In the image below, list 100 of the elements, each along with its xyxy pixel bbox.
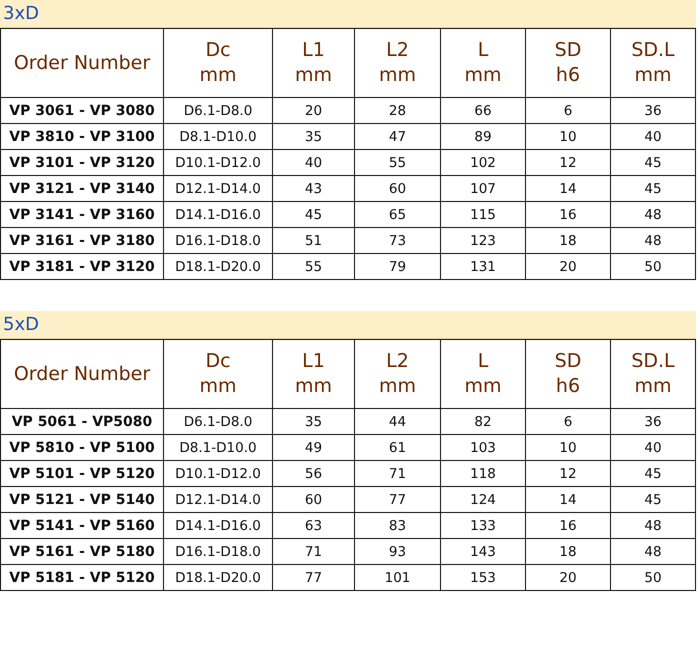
table-cell: 77 bbox=[354, 486, 440, 512]
table-cell: 71 bbox=[272, 538, 354, 564]
table-cell: 49 bbox=[272, 434, 354, 460]
table-cell: 124 bbox=[440, 486, 526, 512]
table-cell: 63 bbox=[272, 512, 354, 538]
table-cell: 35 bbox=[272, 408, 354, 434]
table-cell: D16.1-D18.0 bbox=[164, 228, 272, 254]
table-cell: 48 bbox=[610, 512, 696, 538]
table-cell: 55 bbox=[354, 150, 440, 176]
table-cell: D18.1-D20.0 bbox=[164, 254, 272, 280]
table-cell: 131 bbox=[440, 254, 526, 280]
table-cell: 45 bbox=[610, 460, 696, 486]
table-cell: 10 bbox=[526, 124, 610, 150]
table-cell: 47 bbox=[354, 124, 440, 150]
table-cell: VP 5181 - VP 5120 bbox=[0, 564, 164, 590]
table-cell: 36 bbox=[610, 408, 696, 434]
table-cell: 14 bbox=[526, 486, 610, 512]
table-cell: 55 bbox=[272, 254, 354, 280]
column-header: SD h6 bbox=[526, 28, 610, 98]
table-cell: VP 3121 - VP 3140 bbox=[0, 176, 164, 202]
table-cell: 65 bbox=[354, 202, 440, 228]
table-cell: VP 5061 - VP5080 bbox=[0, 408, 164, 434]
column-header: SD.L mm bbox=[610, 340, 696, 408]
column-header: Order Number bbox=[0, 340, 164, 408]
table-cell: 10 bbox=[526, 434, 610, 460]
table-cell: 107 bbox=[440, 176, 526, 202]
table-cell: 45 bbox=[610, 486, 696, 512]
table-cell: 12 bbox=[526, 460, 610, 486]
table-cell: 6 bbox=[526, 408, 610, 434]
column-header: L2 mm bbox=[354, 28, 440, 98]
table-cell: VP 5810 - VP 5100 bbox=[0, 434, 164, 460]
table-cell: D10.1-D12.0 bbox=[164, 150, 272, 176]
table-cell: VP 3810 - VP 3100 bbox=[0, 124, 164, 150]
table-cell: 118 bbox=[440, 460, 526, 486]
table-cell: D18.1-D20.0 bbox=[164, 564, 272, 590]
table-cell: 60 bbox=[272, 486, 354, 512]
table-cell: 83 bbox=[354, 512, 440, 538]
table-cell: VP 5161 - VP 5180 bbox=[0, 538, 164, 564]
table-cell: 89 bbox=[440, 124, 526, 150]
table-cell: 20 bbox=[526, 564, 610, 590]
table-cell: 43 bbox=[272, 176, 354, 202]
table-cell: 133 bbox=[440, 512, 526, 538]
column-header: Dc mm bbox=[164, 28, 272, 98]
table-cell: D6.1-D8.0 bbox=[164, 98, 272, 124]
table-cell: 50 bbox=[610, 564, 696, 590]
table-cell: 61 bbox=[354, 434, 440, 460]
table-cell: VP 5121 - VP 5140 bbox=[0, 486, 164, 512]
table-cell: 12 bbox=[526, 150, 610, 176]
table-cell: 143 bbox=[440, 538, 526, 564]
table-cell: 56 bbox=[272, 460, 354, 486]
column-header: SD.L mm bbox=[610, 28, 696, 98]
table-cell: 40 bbox=[610, 434, 696, 460]
table-cell: VP 5141 - VP 5160 bbox=[0, 512, 164, 538]
column-header: Order Number bbox=[0, 28, 164, 98]
table-cell: D12.1-D14.0 bbox=[164, 486, 272, 512]
table-cell: 93 bbox=[354, 538, 440, 564]
table-cell: 45 bbox=[610, 176, 696, 202]
table-cell: 115 bbox=[440, 202, 526, 228]
column-header: L2 mm bbox=[354, 340, 440, 408]
table-cell: 36 bbox=[610, 98, 696, 124]
table-cell: 18 bbox=[526, 538, 610, 564]
table-cell: 60 bbox=[354, 176, 440, 202]
column-header: SD h6 bbox=[526, 340, 610, 408]
table-cell: 20 bbox=[272, 98, 354, 124]
table-cell: D16.1-D18.0 bbox=[164, 538, 272, 564]
table-cell: 73 bbox=[354, 228, 440, 254]
table-cell: 101 bbox=[354, 564, 440, 590]
table-cell: 48 bbox=[610, 202, 696, 228]
section-title: 3xD bbox=[0, 0, 696, 28]
table-cell: 16 bbox=[526, 512, 610, 538]
table-cell: 40 bbox=[272, 150, 354, 176]
column-header: L1 mm bbox=[272, 28, 354, 98]
table-cell: 28 bbox=[354, 98, 440, 124]
table-cell: VP 3141 - VP 3160 bbox=[0, 202, 164, 228]
table-cell: 44 bbox=[354, 408, 440, 434]
table-cell: 40 bbox=[610, 124, 696, 150]
table-cell: VP 5101 - VP 5120 bbox=[0, 460, 164, 486]
table-cell: 48 bbox=[610, 538, 696, 564]
table-cell: 45 bbox=[272, 202, 354, 228]
section-title: 5xD bbox=[0, 311, 696, 339]
table-cell: VP 3101 - VP 3120 bbox=[0, 150, 164, 176]
table-cell: 79 bbox=[354, 254, 440, 280]
table-cell: 82 bbox=[440, 408, 526, 434]
table-cell: 102 bbox=[440, 150, 526, 176]
table-cell: D12.1-D14.0 bbox=[164, 176, 272, 202]
column-header: Dc mm bbox=[164, 340, 272, 408]
table-cell: 71 bbox=[354, 460, 440, 486]
table-cell: D14.1-D16.0 bbox=[164, 512, 272, 538]
table-cell: D14.1-D16.0 bbox=[164, 202, 272, 228]
table-cell: D6.1-D8.0 bbox=[164, 408, 272, 434]
table-cell: 153 bbox=[440, 564, 526, 590]
table-cell: 48 bbox=[610, 228, 696, 254]
table-cell: 66 bbox=[440, 98, 526, 124]
table-cell: 77 bbox=[272, 564, 354, 590]
table-cell: 20 bbox=[526, 254, 610, 280]
table-cell: 35 bbox=[272, 124, 354, 150]
table-cell: 103 bbox=[440, 434, 526, 460]
table-cell: 123 bbox=[440, 228, 526, 254]
table-cell: 6 bbox=[526, 98, 610, 124]
table-cell: VP 3161 - VP 3180 bbox=[0, 228, 164, 254]
